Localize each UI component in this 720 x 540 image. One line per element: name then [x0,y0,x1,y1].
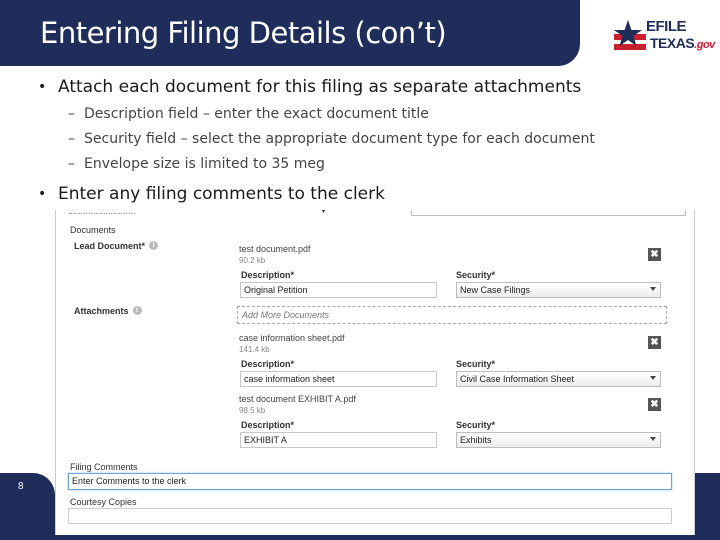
bullet-text: Enter any filing comments to the clerk [58,184,385,204]
security-label: Security* [456,420,496,430]
attachment-description-input[interactable]: case information sheet [240,371,437,387]
attachment-security-select[interactable]: Civil Case Information Sheet [456,371,661,387]
courtesy-copies-input[interactable] [68,508,672,524]
remove-document-button[interactable]: ✖ [648,336,661,349]
logo-texas-text: TEXAS.gov [650,35,715,51]
sub-bullet-list: – Description field – enter the exact doc… [68,102,698,177]
slide-header: Entering Filing Details (con’t) EFILE TE… [0,0,720,66]
bullet-item: • Attach each document for this filing a… [38,76,698,98]
filing-comments-input[interactable]: Enter Comments to the clerk [68,473,672,490]
cropped-field-label: ........................... [68,210,136,216]
bullet-item: • Enter any filing comments to the clerk [38,183,385,205]
attachment-security-select[interactable]: Exhibits [456,432,661,448]
attachment-file-name: test document EXHIBIT A.pdf [239,394,356,404]
attachments-label: Attachments i [74,306,142,316]
title-bar: Entering Filing Details (con’t) [0,0,580,66]
slide-title: Entering Filing Details (con’t) [40,16,447,50]
remove-document-button[interactable]: ✖ [648,248,661,261]
footer-bar-right [695,473,720,540]
lead-file-name: test document.pdf [239,244,311,254]
page-number: 8 [18,481,24,492]
filing-comments-label: Filing Comments [70,462,138,472]
sub-bullet-item: – Description field – enter the exact doc… [68,106,429,122]
lead-file-size: 90.2 kb [239,256,266,265]
documents-label: Documents [70,225,116,235]
footer-bar-bottom [0,535,720,540]
bullet-list: • Attach each document for this filing a… [38,76,698,204]
bullet-text: Attach each document for this filing as … [58,77,582,97]
attachment-file-size: 141.4 kb [239,345,270,354]
sub-bullet-item: – Security field – select the appropriate… [68,131,595,147]
attachment-file-name: case information sheet.pdf [239,333,345,343]
description-label: Description* [241,270,295,280]
cropped-input [411,210,686,216]
chevron-down-icon [650,437,656,441]
description-label: Description* [241,420,295,430]
info-icon[interactable]: i [132,306,142,315]
attachment-file-size: 98.5 kb [239,406,266,415]
attachment-description-input[interactable]: EXHIBIT A [240,432,437,448]
footer-bar-left [0,473,55,540]
info-icon[interactable]: i [149,241,159,250]
efile-texas-logo: EFILE TEXAS.gov [614,18,715,56]
bullet-dot: • [38,186,47,202]
add-more-documents-dropzone[interactable]: Add More Documents [237,306,667,324]
lead-description-input[interactable]: Original Petition [240,282,437,298]
logo-efile-text: EFILE [646,18,687,35]
texas-star-icon [614,18,646,50]
security-label: Security* [456,270,496,280]
chevron-down-icon [650,376,656,380]
filing-form-screenshot: ........................... ▼ Documents … [55,210,695,540]
security-label: Security* [456,359,496,369]
description-label: Description* [241,359,295,369]
chevron-down-icon [650,287,656,291]
lead-security-select[interactable]: New Case Filings [456,282,661,298]
courtesy-copies-label: Courtesy Copies [70,497,137,507]
remove-document-button[interactable]: ✖ [648,398,661,411]
cropped-dropdown-caret: ▼ [320,210,327,215]
bullet-dot: • [38,79,47,95]
sub-bullet-item: – Envelope size is limited to 35 meg [68,156,325,172]
lead-document-label: Lead Document* i [74,241,159,251]
